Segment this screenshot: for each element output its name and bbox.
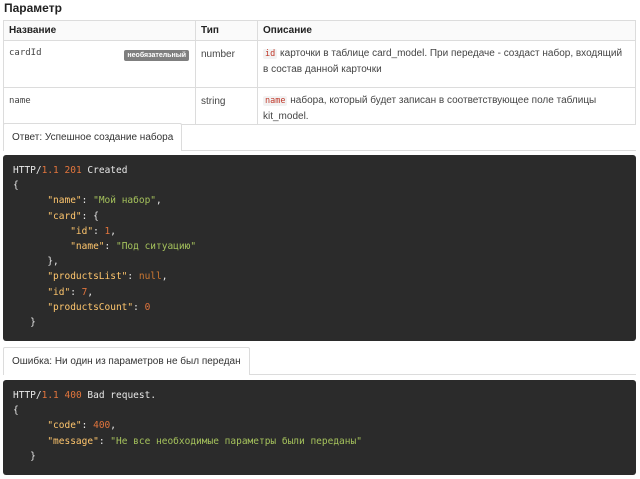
code-line: "code": 400,: [47, 420, 117, 432]
tab-response-error[interactable]: Ошибка: Ни один из параметров не был пер…: [3, 347, 250, 375]
table-row: cardId необязательный number id карточки…: [3, 40, 636, 88]
code-line: "productsCount": 0: [47, 301, 151, 313]
description-text: набора, который будет записан в соответс…: [263, 95, 597, 122]
code-line: "id": 1,: [70, 225, 117, 237]
code-line: "id": 7,: [47, 286, 94, 298]
column-header-type: Тип: [195, 20, 258, 41]
success-code-block: HTTP/1.1 201 Created { "name": "Мой набо…: [3, 155, 636, 341]
param-name-cell: name: [3, 87, 196, 125]
parameters-table: Название Тип Описание cardId необязатель…: [3, 20, 636, 125]
section-title: Параметр: [4, 1, 62, 15]
optional-badge: необязательный: [124, 50, 189, 61]
error-code-block: HTTP/1.1 400 Bad request. { "code": 400,…: [3, 380, 636, 475]
code-line: "card": {: [47, 210, 99, 222]
param-name-cell: cardId необязательный: [3, 40, 196, 88]
column-header-description: Описание: [257, 20, 636, 41]
description-text: карточки в таблице card_model. При перед…: [263, 48, 623, 75]
code-line: "name": "Под ситуацию": [70, 240, 197, 252]
code-line: {: [13, 405, 19, 417]
param-description: id карточки в таблице card_model. При пе…: [257, 40, 636, 88]
code-line: "productsList": null,: [47, 271, 168, 283]
param-name: name: [9, 96, 31, 106]
tab-response-success[interactable]: Ответ: Успешное создание набора: [3, 123, 183, 151]
code-line: }: [13, 450, 36, 462]
column-header-name: Название: [3, 20, 196, 41]
param-type: number: [195, 40, 258, 88]
status-line: HTTP/1.1 201 Created: [13, 165, 128, 176]
param-type: string: [195, 87, 258, 125]
code-line: {: [13, 180, 19, 192]
code-line: "name": "Мой набор",: [47, 195, 162, 207]
code-line: },: [13, 256, 59, 268]
inline-code: id: [263, 49, 278, 59]
table-row: name string name набора, который будет з…: [3, 87, 636, 125]
inline-code: name: [263, 96, 288, 106]
param-name: cardId: [9, 48, 42, 58]
table-header-row: Название Тип Описание: [3, 20, 636, 41]
param-description: name набора, который будет записан в соо…: [257, 87, 636, 125]
code-line: "message": "Не все необходимые параметры…: [47, 435, 362, 447]
status-line: HTTP/1.1 400 Bad request.: [13, 390, 157, 401]
code-line: }: [13, 316, 36, 328]
